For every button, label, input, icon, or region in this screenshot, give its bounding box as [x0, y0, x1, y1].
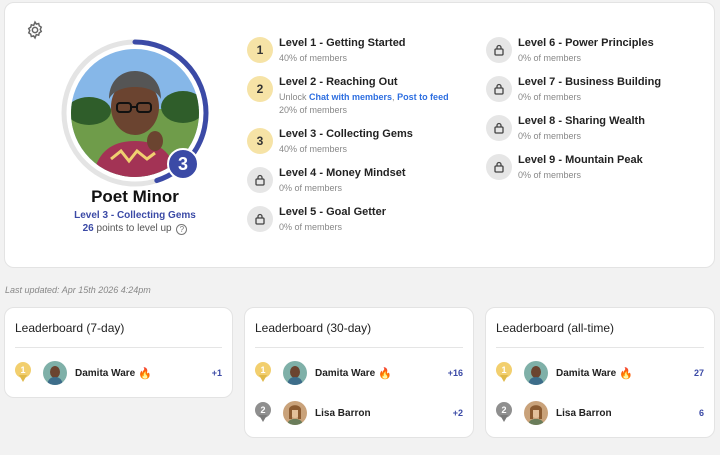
level-item-8: Level 8 - Sharing Wealth 0% of members [486, 115, 645, 143]
avatar[interactable] [43, 361, 67, 385]
level-members-percent: 0% of members [279, 222, 343, 232]
fire-icon: 🔥 [619, 367, 633, 380]
member-points: 6 [698, 408, 704, 418]
divider [255, 347, 463, 348]
lock-icon [486, 37, 512, 63]
level-number-badge: 1 [247, 37, 273, 63]
help-icon[interactable]: ? [176, 224, 188, 235]
leaderboard-row[interactable]: 2 Lisa Barron 6 [496, 399, 704, 427]
level-unlock-info: Unlock Chat with members, Post to feed 2… [279, 92, 449, 115]
lock-icon [486, 76, 512, 102]
member-name[interactable]: Damita Ware [315, 368, 375, 379]
level-members-percent: 0% of members [279, 183, 343, 193]
gear-icon[interactable] [25, 20, 45, 40]
level-members-percent: 40% of members [279, 53, 348, 63]
level-item-3: 3 Level 3 - Collecting Gems 40% of membe… [247, 128, 413, 156]
level-title: Level 4 - Money Mindset [279, 167, 406, 179]
profile-avatar-ring: 3 [61, 39, 209, 187]
level-members-percent: 0% of members [518, 131, 582, 141]
level-members-percent: 20% of members [279, 105, 348, 115]
profile-name: Poet Minor [91, 187, 179, 206]
leaderboard-row[interactable]: 1 Damita Ware 🔥 +1 [15, 359, 222, 387]
profile-card: 3 Poet Minor Level 3 - Collecting Gems 2… [4, 2, 715, 268]
leaderboard-all-time: Leaderboard (all-time) 1 Damita Ware 🔥 2… [485, 307, 715, 438]
divider [15, 347, 222, 348]
member-name[interactable]: Lisa Barron [315, 408, 371, 419]
leaderboard-row[interactable]: 1 Damita Ware 🔥 27 [496, 359, 704, 387]
gold-medal-icon: 1 [15, 362, 31, 384]
leaderboard-row[interactable]: 1 Damita Ware 🔥 +16 [255, 359, 463, 387]
avatar[interactable] [283, 401, 307, 425]
level-title: Level 7 - Business Building [518, 76, 662, 88]
member-name[interactable]: Damita Ware [556, 368, 616, 379]
level-members-percent: 0% of members [518, 53, 582, 63]
leaderboard-30-day: Leaderboard (30-day) 1 Damita Ware 🔥 +16… [244, 307, 474, 438]
level-title: Level 3 - Collecting Gems [279, 128, 413, 140]
level-item-9: Level 9 - Mountain Peak 0% of members [486, 154, 643, 182]
level-members-percent: 0% of members [518, 92, 582, 102]
silver-medal-icon: 2 [496, 402, 512, 424]
member-points: +16 [447, 368, 463, 378]
member-name[interactable]: Lisa Barron [556, 408, 612, 419]
level-title: Level 1 - Getting Started [279, 37, 406, 49]
fire-icon: 🔥 [138, 367, 152, 380]
post-to-feed-link[interactable]: Post to feed [397, 92, 449, 102]
level-item-2: 2 Level 2 - Reaching Out Unlock Chat wit… [247, 76, 469, 117]
profile-level-label: Level 3 - Collecting Gems [74, 210, 196, 221]
leaderboard-row[interactable]: 2 Lisa Barron +2 [255, 399, 463, 427]
level-item-7: Level 7 - Business Building 0% of member… [486, 76, 661, 104]
level-members-percent: 40% of members [279, 144, 348, 154]
chat-with-members-link[interactable]: Chat with members [309, 92, 392, 102]
level-title: Level 6 - Power Principles [518, 37, 654, 49]
points-suffix: points to level up [93, 223, 172, 234]
member-name[interactable]: Damita Ware [75, 368, 135, 379]
avatar[interactable] [524, 401, 548, 425]
points-to-level-up: 26 points to level up ? [45, 223, 225, 235]
level-title: Level 2 - Reaching Out [279, 76, 398, 88]
gold-medal-icon: 1 [255, 362, 271, 384]
leaderboard-title: Leaderboard (all-time) [496, 321, 615, 335]
level-badge: 3 [167, 148, 199, 180]
silver-medal-icon: 2 [255, 402, 271, 424]
level-item-1: 1 Level 1 - Getting Started 40% of membe… [247, 37, 406, 65]
member-points: +2 [452, 408, 463, 418]
lock-icon [486, 115, 512, 141]
points-count: 26 [82, 223, 94, 234]
level-title: Level 8 - Sharing Wealth [518, 115, 645, 127]
lock-icon [486, 154, 512, 180]
level-title: Level 9 - Mountain Peak [518, 154, 643, 166]
level-title: Level 5 - Goal Getter [279, 206, 386, 218]
avatar[interactable] [283, 361, 307, 385]
divider [496, 347, 704, 348]
level-item-4: Level 4 - Money Mindset 0% of members [247, 167, 406, 195]
leaderboard-title: Leaderboard (7-day) [15, 321, 125, 335]
member-points: 27 [693, 368, 704, 378]
leaderboard-7-day: Leaderboard (7-day) 1 Damita Ware 🔥 +1 [4, 307, 233, 398]
lock-icon [247, 167, 273, 193]
leaderboard-title: Leaderboard (30-day) [255, 321, 372, 335]
fire-icon: 🔥 [378, 367, 392, 380]
level-members-percent: 0% of members [518, 170, 582, 180]
lock-icon [247, 206, 273, 232]
level-number-badge: 3 [247, 128, 273, 154]
gold-medal-icon: 1 [496, 362, 512, 384]
member-points: +1 [211, 368, 222, 378]
level-item-6: Level 6 - Power Principles 0% of members [486, 37, 654, 65]
last-updated: Last updated: Apr 15th 2026 4:24pm [5, 285, 151, 295]
avatar[interactable] [524, 361, 548, 385]
level-item-5: Level 5 - Goal Getter 0% of members [247, 206, 386, 234]
level-number-badge: 2 [247, 76, 273, 102]
